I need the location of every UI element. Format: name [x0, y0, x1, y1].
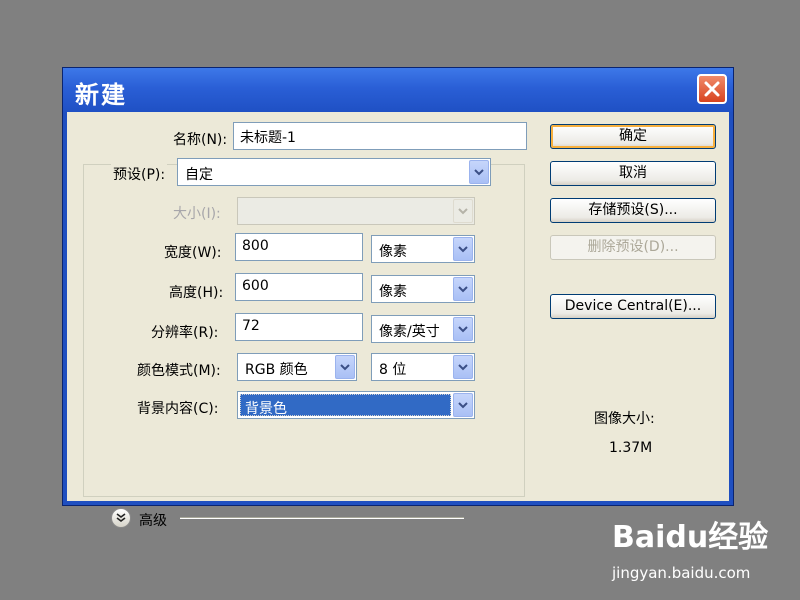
size-select	[237, 197, 475, 225]
dialog-title: 新建	[75, 81, 127, 109]
ok-button[interactable]: 确定	[550, 124, 716, 149]
width-label: 宽度(W):	[164, 245, 222, 261]
color-mode-value: RGB 颜色	[245, 362, 308, 378]
color-mode-label: 颜色模式(M):	[137, 363, 221, 379]
size-label: 大小(I):	[173, 206, 221, 222]
watermark-url: jingyan.baidu.com	[612, 564, 751, 582]
bit-depth-select[interactable]: 8 位	[371, 353, 475, 381]
title-bar[interactable]: 新建	[63, 68, 733, 112]
resolution-unit-select[interactable]: 像素/英寸	[371, 315, 475, 343]
advanced-toggle-button[interactable]	[111, 508, 131, 528]
chevron-down-icon	[458, 245, 468, 252]
chevron-down-icon	[340, 363, 350, 370]
resolution-input[interactable]: 72	[235, 313, 363, 341]
resolution-unit-dropdown-button[interactable]	[453, 317, 473, 341]
advanced-divider	[180, 517, 464, 519]
device-central-button[interactable]: Device Central(E)...	[550, 294, 716, 319]
color-mode-dropdown-button[interactable]	[335, 355, 355, 379]
watermark-logo: Baidu经验	[612, 520, 769, 555]
chevron-down-icon	[458, 363, 468, 370]
width-unit-dropdown-button[interactable]	[453, 237, 473, 261]
name-input[interactable]: 未标题-1	[233, 122, 527, 150]
name-label: 名称(N):	[173, 132, 228, 148]
double-chevron-down-icon	[116, 513, 126, 522]
width-input[interactable]: 800	[235, 233, 363, 261]
chevron-down-icon	[458, 285, 468, 292]
background-contents-select[interactable]: 背景色	[237, 391, 475, 419]
background-contents-label: 背景内容(C):	[137, 401, 219, 417]
chevron-down-icon	[458, 401, 468, 408]
close-icon	[704, 81, 720, 97]
preset-label: 预设(P):	[111, 164, 168, 184]
height-unit-value: 像素	[379, 284, 407, 300]
height-input[interactable]: 600	[235, 273, 363, 301]
size-dropdown-button	[453, 199, 473, 223]
height-unit-dropdown-button[interactable]	[453, 277, 473, 301]
image-size-label: 图像大小:	[594, 411, 655, 427]
width-unit-value: 像素	[379, 244, 407, 260]
cancel-button[interactable]: 取消	[550, 161, 716, 186]
background-contents-dropdown-button[interactable]	[453, 393, 473, 417]
color-mode-select[interactable]: RGB 颜色	[237, 353, 357, 381]
dialog-body: 名称(N): 未标题-1 预设(P): 自定 大小(I): 宽度(W): 800…	[67, 112, 729, 529]
resolution-label: 分辨率(R):	[151, 325, 219, 341]
advanced-label: 高级	[139, 513, 167, 529]
chevron-down-icon	[458, 207, 468, 214]
preset-dropdown-button[interactable]	[469, 160, 489, 184]
chevron-down-icon	[474, 168, 484, 175]
save-preset-button[interactable]: 存储预设(S)...	[550, 198, 716, 223]
height-label: 高度(H):	[169, 285, 224, 301]
chevron-down-icon	[458, 325, 468, 332]
baidu-watermark: Baidu经验 jingyan.baidu.com	[612, 512, 792, 596]
bit-depth-value: 8 位	[379, 362, 407, 378]
delete-preset-button: 删除预设(D)...	[550, 235, 716, 260]
bit-depth-dropdown-button[interactable]	[453, 355, 473, 379]
height-unit-select[interactable]: 像素	[371, 275, 475, 303]
background-contents-value: 背景色	[240, 394, 451, 417]
close-button[interactable]	[697, 74, 727, 104]
width-unit-select[interactable]: 像素	[371, 235, 475, 263]
image-size-value: 1.37M	[609, 440, 653, 456]
resolution-unit-value: 像素/英寸	[379, 324, 440, 340]
new-document-dialog: 新建 名称(N): 未标题-1 预设(P): 自定 大小(I): 宽度(W): …	[62, 67, 734, 529]
preset-select[interactable]: 自定	[177, 158, 491, 186]
preset-value: 自定	[185, 167, 213, 183]
